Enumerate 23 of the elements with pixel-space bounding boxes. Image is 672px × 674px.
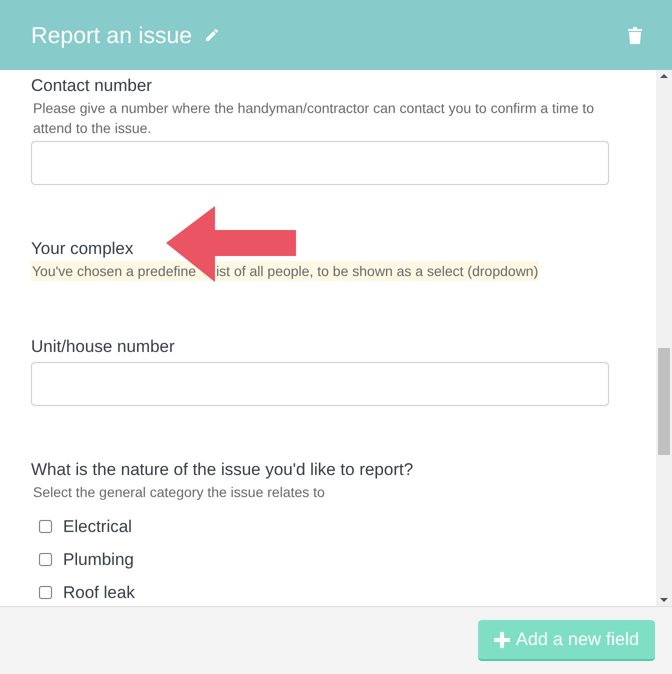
scrollbar-thumb[interactable] xyxy=(658,348,670,455)
input-field[interactable] xyxy=(31,141,609,185)
checkbox[interactable] xyxy=(39,553,52,566)
field-hint: Select the general category the issue relates to xyxy=(32,483,326,502)
field-label: Unit/house number xyxy=(31,336,176,358)
add-field-button[interactable]: Add a new field xyxy=(478,620,655,661)
question-label: What is the nature of the issue you'd like to report? xyxy=(31,459,414,481)
checkbox-label: Roof leak xyxy=(63,582,135,602)
checkbox-label: Plumbing xyxy=(63,550,134,570)
scrollbar[interactable] xyxy=(656,70,672,606)
trash-icon[interactable] xyxy=(628,26,642,44)
checkbox[interactable] xyxy=(39,586,52,599)
window-title: Report an issue xyxy=(31,22,192,48)
field-label: Contact number xyxy=(31,75,153,97)
notice-text: ist of all people, to be shown as a select (dropdown) xyxy=(216,262,538,281)
notice-text: You've chosen a predefine xyxy=(32,262,196,281)
checkbox-label: Electrical xyxy=(63,516,132,536)
checkbox[interactable] xyxy=(39,520,52,533)
pencil-icon[interactable] xyxy=(204,27,220,43)
input-field[interactable] xyxy=(31,362,609,406)
field-label: Your complex xyxy=(31,238,134,260)
field-hint: Please give a number where the handyman/contractor can contact you to confirm a time to attend to the issue. xyxy=(32,99,596,138)
plus-icon xyxy=(494,632,510,648)
